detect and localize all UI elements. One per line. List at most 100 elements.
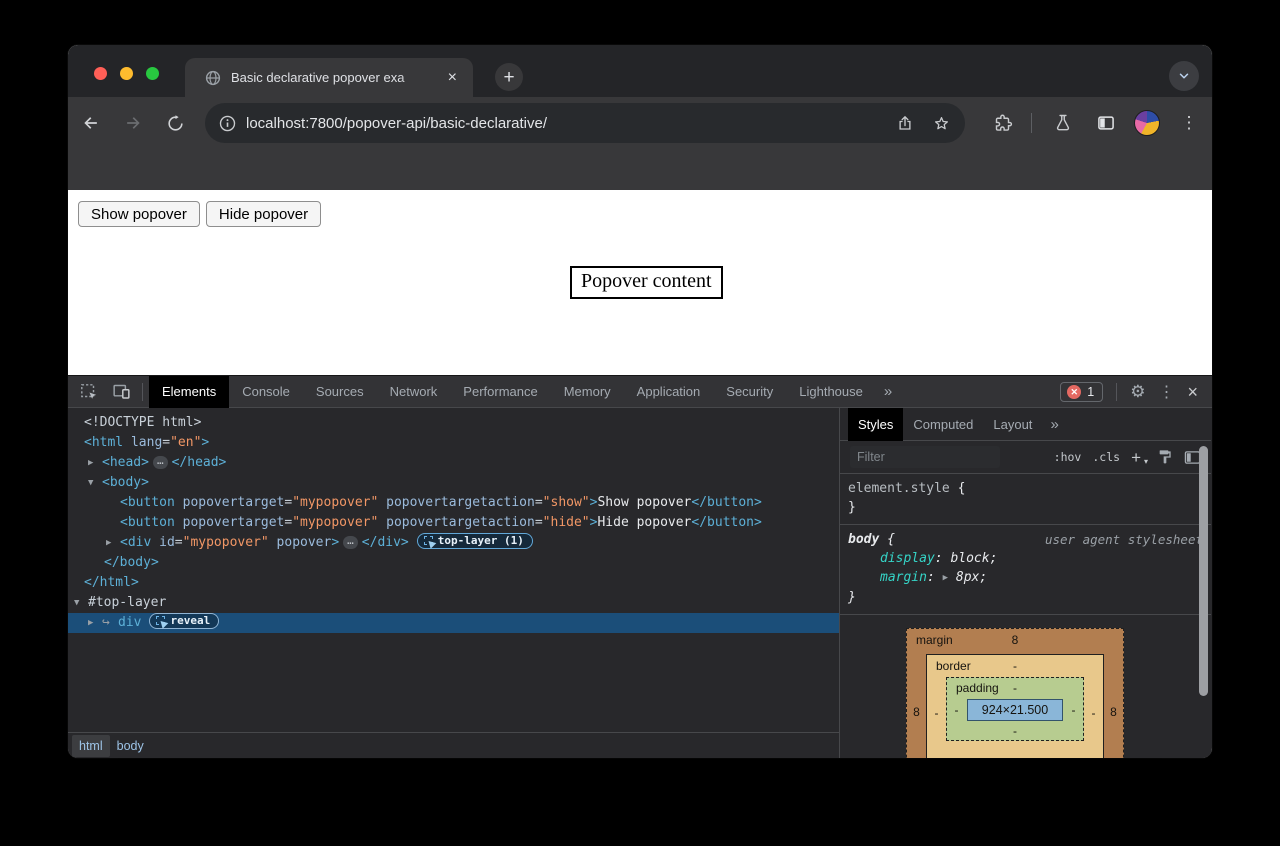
breadcrumb-html[interactable]: html xyxy=(72,735,110,757)
css-property-margin[interactable]: margin: ▶ 8px; xyxy=(848,568,1203,588)
back-arrow-icon xyxy=(81,113,101,133)
code-token: "show" xyxy=(543,495,590,510)
tree-line-top-layer-div-selected[interactable]: ▶↪divreveal xyxy=(68,613,839,633)
code-token: "mypopover" xyxy=(292,495,378,510)
bookmark-star-icon[interactable] xyxy=(932,114,951,133)
tree-line-doctype[interactable]: <!DOCTYPE html> xyxy=(68,413,839,433)
box-model-padding[interactable]: padding - - - - 924×21.500 xyxy=(946,677,1084,741)
settings-gear-icon[interactable]: ⚙ xyxy=(1130,382,1145,402)
forward-button[interactable] xyxy=(117,107,149,139)
show-popover-button[interactable]: Show popover xyxy=(78,201,200,227)
tab-layout[interactable]: Layout xyxy=(983,408,1042,441)
border-top-value[interactable]: - xyxy=(927,659,1103,673)
disclosure-arrow-icon[interactable]: ▶ xyxy=(88,453,102,473)
code-token: "mypopover" xyxy=(183,535,269,550)
devtools-close-icon[interactable]: × xyxy=(1187,383,1198,401)
box-model-content[interactable]: 924×21.500 xyxy=(967,699,1063,721)
box-model-border[interactable]: border - - - padding - - - - 924×21.500 xyxy=(926,654,1104,758)
padding-bottom-value[interactable]: - xyxy=(947,724,1083,738)
styles-sidebar: Styles Computed Layout » :hov .cls +▾ xyxy=(840,408,1211,758)
rendering-emulation-icon[interactable] xyxy=(1157,449,1173,465)
tree-line-body-close[interactable]: </body> xyxy=(68,553,839,573)
tab-network[interactable]: Network xyxy=(377,376,451,408)
breadcrumb-body[interactable]: body xyxy=(110,735,151,757)
new-style-rule-button[interactable]: +▾ xyxy=(1131,449,1146,466)
address-bar[interactable]: localhost:7800/popover-api/basic-declara… xyxy=(205,103,965,143)
site-info-icon[interactable] xyxy=(219,115,236,132)
code-token: > xyxy=(331,535,339,550)
tab-computed[interactable]: Computed xyxy=(903,408,983,441)
tree-line-body-open[interactable]: ▼<body> xyxy=(68,473,839,493)
device-toolbar-button[interactable] xyxy=(108,379,134,405)
browser-menu-button[interactable]: ⋮ xyxy=(1182,103,1196,143)
tab-console[interactable]: Console xyxy=(229,376,303,408)
inspect-icon xyxy=(424,536,433,545)
browser-tab[interactable]: Basic declarative popover exa × xyxy=(185,58,473,97)
tab-styles[interactable]: Styles xyxy=(848,408,903,441)
padding-left-value[interactable]: - xyxy=(947,703,966,717)
css-selector: body xyxy=(848,532,879,547)
code-token: popovertargetaction xyxy=(378,515,535,530)
tree-line-head[interactable]: ▶<head>…</head> xyxy=(68,453,839,473)
reveal-badge[interactable]: reveal xyxy=(149,613,219,629)
margin-left-value[interactable]: 8 xyxy=(907,705,926,719)
maximize-window-button[interactable] xyxy=(146,67,159,80)
top-layer-badge[interactable]: top-layer (1) xyxy=(417,533,533,549)
code-token: #top-layer xyxy=(88,595,166,610)
body-user-agent-rule[interactable]: user agent stylesheet body { display: bl… xyxy=(840,525,1211,615)
tree-line-html-close[interactable]: </html> xyxy=(68,573,839,593)
code-token: Show popover xyxy=(597,495,691,510)
error-count-badge[interactable]: ✕ 1 xyxy=(1060,382,1103,402)
minimize-window-button[interactable] xyxy=(120,67,133,80)
profile-button[interactable] xyxy=(1134,103,1160,143)
expand-ellipsis-button[interactable]: … xyxy=(343,536,358,549)
tab-lighthouse[interactable]: Lighthouse xyxy=(786,376,876,408)
back-button[interactable] xyxy=(75,107,107,139)
disclosure-arrow-icon[interactable]: ▶ xyxy=(88,613,102,633)
tab-search-button[interactable] xyxy=(1169,61,1199,91)
expand-ellipsis-button[interactable]: … xyxy=(153,456,168,469)
puzzle-icon xyxy=(993,113,1013,133)
disclosure-arrow-icon[interactable]: ▶ xyxy=(106,533,120,553)
tab-security[interactable]: Security xyxy=(713,376,786,408)
new-tab-button[interactable]: + xyxy=(495,63,523,91)
tree-line-popover-div[interactable]: ▶<div id="mypopover" popover>…</div>top-… xyxy=(68,533,839,553)
disclosure-arrow-icon[interactable]: ▼ xyxy=(88,473,102,493)
tab-elements[interactable]: Elements xyxy=(149,376,229,408)
more-tabs-button[interactable]: » xyxy=(876,383,900,400)
styles-filter-row: :hov .cls +▾ xyxy=(840,441,1211,474)
margin-top-value[interactable]: 8 xyxy=(907,633,1123,647)
browser-toolbar: localhost:7800/popover-api/basic-declara… xyxy=(68,97,1212,190)
css-property-display[interactable]: display: block; xyxy=(848,549,1203,568)
popover-content: Popover content xyxy=(570,266,723,299)
padding-right-value[interactable]: - xyxy=(1064,703,1083,717)
extensions-button[interactable] xyxy=(992,103,1014,143)
more-styles-tabs-button[interactable]: » xyxy=(1042,416,1066,433)
tree-line-show-button[interactable]: <button popovertarget="mypopover" popove… xyxy=(68,493,839,513)
tree-line-html-open[interactable]: <html lang="en"> xyxy=(68,433,839,453)
border-left-value[interactable]: - xyxy=(927,706,946,720)
experiments-button[interactable] xyxy=(1051,103,1075,143)
side-panel-button[interactable] xyxy=(1094,103,1118,143)
border-right-value[interactable]: - xyxy=(1084,706,1103,720)
tab-close-icon[interactable]: × xyxy=(442,70,463,86)
toggle-class-button[interactable]: .cls xyxy=(1092,450,1120,464)
close-window-button[interactable] xyxy=(94,67,107,80)
share-icon[interactable] xyxy=(896,114,914,132)
hide-popover-button[interactable]: Hide popover xyxy=(206,201,321,227)
tab-memory[interactable]: Memory xyxy=(551,376,624,408)
reload-button[interactable] xyxy=(159,107,191,139)
padding-top-value[interactable]: - xyxy=(947,681,1083,695)
inspect-element-button[interactable] xyxy=(76,379,102,405)
devtools-menu-icon[interactable]: ⋮ xyxy=(1158,382,1174,402)
tab-application[interactable]: Application xyxy=(624,376,714,408)
margin-right-value[interactable]: 8 xyxy=(1104,705,1123,719)
styles-filter-input[interactable] xyxy=(850,446,1000,468)
box-model-margin[interactable]: margin 8 8 8 border - - - padding - - - xyxy=(906,628,1124,758)
scrollbar-thumb[interactable] xyxy=(1199,446,1208,696)
disclosure-arrow-icon[interactable]: ▼ xyxy=(74,593,88,613)
element-style-rule[interactable]: element.style { } xyxy=(840,474,1211,525)
tab-sources[interactable]: Sources xyxy=(303,376,377,408)
tab-performance[interactable]: Performance xyxy=(450,376,550,408)
toggle-hover-button[interactable]: :hov xyxy=(1054,450,1082,464)
